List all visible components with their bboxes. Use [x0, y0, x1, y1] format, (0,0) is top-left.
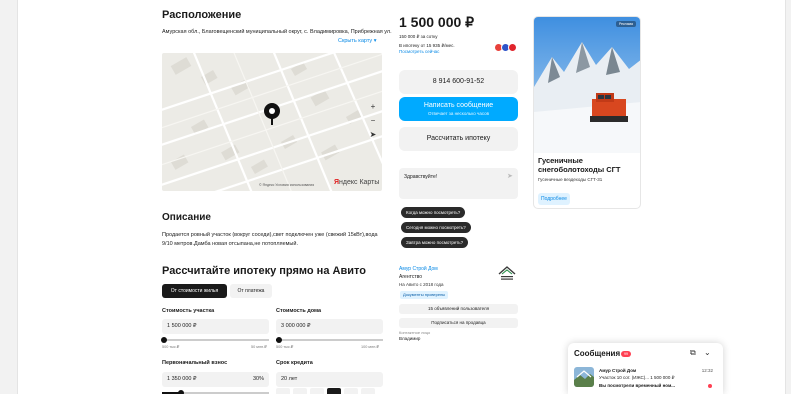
- plot-cost-slider[interactable]: [161, 336, 269, 343]
- left-gutter: [0, 0, 18, 394]
- tab-from-property-cost[interactable]: От стоимости жилья: [162, 284, 227, 298]
- send-icon[interactable]: ➤: [507, 172, 513, 180]
- write-message-button[interactable]: Написать сообщение Отвечает за несколько…: [399, 97, 518, 121]
- house-range-min: 500 тыс.₽: [276, 345, 294, 349]
- term-chip[interactable]: [344, 388, 358, 394]
- chat-message-input[interactable]: Здравствуйте!: [399, 168, 518, 199]
- chevron-down-icon: ▾: [373, 38, 377, 44]
- zoom-in-button[interactable]: +: [367, 101, 379, 113]
- house-cost-label: Стоимость дома: [276, 308, 322, 314]
- expand-icon[interactable]: ⧉: [690, 348, 696, 358]
- term-chip[interactable]: [361, 388, 375, 394]
- term-chip-selected[interactable]: [327, 388, 341, 394]
- zoom-out-button[interactable]: −: [367, 115, 379, 127]
- term-chip[interactable]: [310, 388, 324, 394]
- ad-subtitle: Гусеничные вездеходы СГТ-31: [538, 177, 603, 182]
- messages-title: Сообщения: [574, 349, 621, 358]
- locate-icon[interactable]: ➤: [367, 129, 379, 141]
- hide-map-label: Скрыть карту: [338, 38, 373, 44]
- offers-link[interactable]: Посмотреть сейчас: [399, 49, 439, 54]
- chat-seller-name[interactable]: Амур Строй Дом: [599, 368, 636, 373]
- ad-more-button[interactable]: Подробнее: [538, 193, 570, 205]
- yandex-maps-logo: Яндекс Карты: [334, 179, 380, 186]
- quick-reply-button[interactable]: Когда можно посмотреть?: [401, 207, 466, 218]
- chat-last-message: Вы посмотрели временный ном...: [599, 383, 676, 388]
- seller-logo-icon[interactable]: [497, 265, 517, 283]
- description-text: Продается ровный участок (вокруг соседи)…: [162, 232, 378, 247]
- response-time-label: Отвечает за несколько часов: [427, 111, 490, 116]
- subscribe-seller-button[interactable]: Подписаться на продавца: [399, 318, 518, 328]
- house-range-max: 100 млн.₽: [361, 345, 379, 349]
- scrollbar[interactable]: [785, 0, 791, 394]
- quick-reply-button[interactable]: Сегодня можно посмотреть?: [401, 222, 471, 233]
- plot-cost-label: Стоимость участка: [162, 308, 215, 314]
- map-pin-tip: [271, 118, 273, 125]
- seller-since: На Авито с 2018 года: [399, 282, 444, 287]
- map-pin-icon: [264, 103, 280, 119]
- unread-dot: [708, 384, 712, 388]
- down-payment-slider-knob[interactable]: [178, 389, 185, 394]
- down-payment-input[interactable]: 1 350 000 ₽ 30%: [162, 372, 269, 387]
- ad-image: [534, 17, 640, 153]
- documents-verified-badge: Документы проверены: [400, 291, 449, 299]
- description-title: Описание: [162, 212, 211, 223]
- ad-card[interactable]: Реклама Гусеничные снегоболотоходы СГТ Г…: [533, 16, 641, 209]
- chevron-down-icon[interactable]: ⌄: [704, 348, 711, 357]
- write-message-label: Написать сообщение: [423, 102, 494, 109]
- down-payment-slider[interactable]: [162, 389, 269, 394]
- show-phone-button[interactable]: 8 914 600-91-52: [399, 70, 518, 94]
- down-payment-label: Первоначальный взнос: [162, 360, 228, 366]
- seller-listings-button[interactable]: 15 объявлений пользователя: [399, 304, 518, 314]
- down-payment-value: 1 350 000 ₽: [167, 376, 197, 382]
- calculate-mortgage-button[interactable]: Рассчитать ипотеку: [399, 127, 518, 151]
- term-input[interactable]: 20 лет: [276, 372, 383, 387]
- map-attribution[interactable]: © Яндекс Условия использования: [259, 183, 314, 187]
- term-label: Срок кредита: [276, 360, 313, 366]
- mortgage-title: Рассчитайте ипотеку прямо на Авито: [162, 265, 366, 277]
- plot-range-min: 500 тыс.₽: [162, 345, 180, 349]
- term-chip[interactable]: [293, 388, 307, 394]
- chat-avatar: [574, 367, 594, 387]
- location-address: Амурская обл., Благовещенский муниципаль…: [162, 29, 392, 35]
- contact-person-label: Контактное лицо: [399, 330, 431, 335]
- price: 1 500 000 ₽: [399, 14, 475, 30]
- messages-widget[interactable]: Сообщения 99 ⧉ ⌄ Амур Строй Дом Участок …: [568, 343, 723, 394]
- hide-map-link[interactable]: Скрыть карту ▾: [338, 38, 376, 44]
- bank-logo-icon: [508, 43, 517, 52]
- house-cost-slider-knob[interactable]: [276, 336, 283, 343]
- house-cost-slider[interactable]: [276, 336, 383, 343]
- plot-cost-input[interactable]: 1 500 000 ₽: [162, 319, 269, 334]
- ad-tag: Реклама: [615, 21, 636, 27]
- plot-range-max: 50 млн.₽: [251, 345, 267, 349]
- contact-person-name: Владимир: [399, 336, 421, 341]
- term-chip[interactable]: [276, 388, 290, 394]
- seller-name-link[interactable]: Амур Строй Дом: [399, 266, 438, 272]
- location-title: Расположение: [162, 9, 242, 21]
- price-per-sotka: 150 000 ₽ за сотку: [399, 34, 438, 39]
- quick-reply-button[interactable]: Завтра можно посмотреть?: [401, 237, 469, 248]
- plot-cost-slider-knob[interactable]: [161, 336, 168, 343]
- chat-time: 12:32: [701, 368, 713, 373]
- tab-from-payment[interactable]: От платежа: [230, 284, 272, 298]
- down-payment-percent: 30%: [252, 376, 264, 382]
- ad-title: Гусеничные снегоболотоходы СГТ: [538, 156, 621, 174]
- chat-listing-title: Участок 10 сот. (ИЖС)... 1 500 000 ₽: [599, 375, 675, 380]
- house-cost-input[interactable]: 3 000 000 ₽: [276, 319, 383, 334]
- messages-count-badge: 99: [621, 351, 631, 357]
- map[interactable]: + − ➤ © Яндекс Условия использования Янд…: [162, 53, 382, 191]
- seller-type: Агентство: [399, 274, 422, 280]
